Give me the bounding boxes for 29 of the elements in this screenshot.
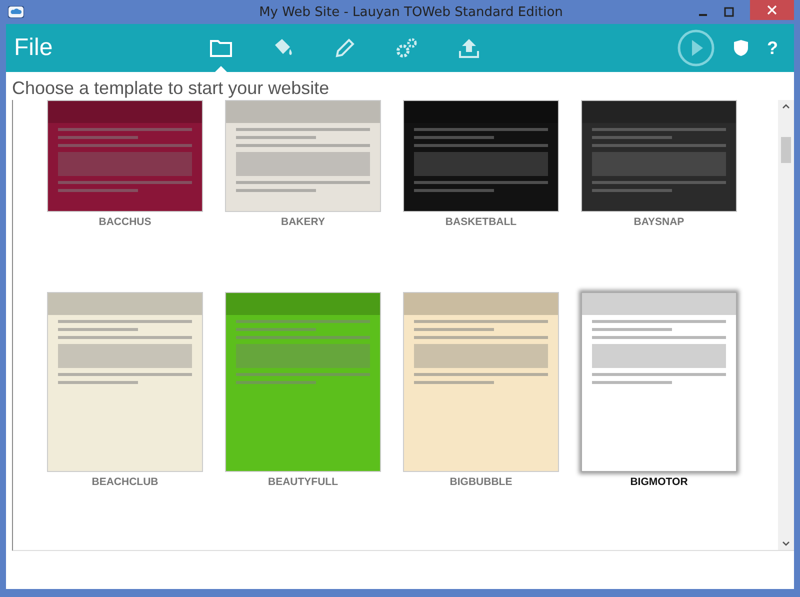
scrollbar[interactable] [778,100,794,550]
window-title: My Web Site - Lauyan TOWeb Standard Edition [258,4,564,20]
folder-icon[interactable] [210,38,232,58]
maximize-icon[interactable] [724,7,734,17]
scroll-down-icon[interactable] [782,541,790,547]
close-button[interactable] [750,0,794,20]
template-preview-drawing[interactable] [581,100,737,212]
template-name: BIGBUBBLE [450,476,512,488]
template-name: BACCHUS [98,216,152,228]
template-name: BAYSNAP [634,216,684,228]
template-name: BEAUTYFULL [268,476,338,488]
template-preview-drawing[interactable] [47,100,203,212]
file-menu[interactable]: File [14,34,204,62]
template-name: BIGMOTOR [630,476,688,488]
play-icon[interactable] [677,29,715,67]
page-heading: Choose a template to start your website [12,77,330,100]
template-preview-drawing[interactable] [403,100,559,212]
shield-icon[interactable] [733,39,749,57]
cloud-icon [8,6,24,18]
gears-icon[interactable] [395,37,419,59]
template-name: BAKERY [281,216,325,228]
upload-icon[interactable] [458,37,480,59]
close-icon [767,5,777,15]
pencil-icon[interactable] [334,37,356,59]
scrollbar-thumb[interactable] [781,137,791,163]
scroll-up-icon[interactable] [782,103,790,109]
help-button[interactable]: ? [767,38,778,58]
template-name: BEACHCLUB [92,476,158,488]
template-name: BASKETBALL [445,216,517,228]
